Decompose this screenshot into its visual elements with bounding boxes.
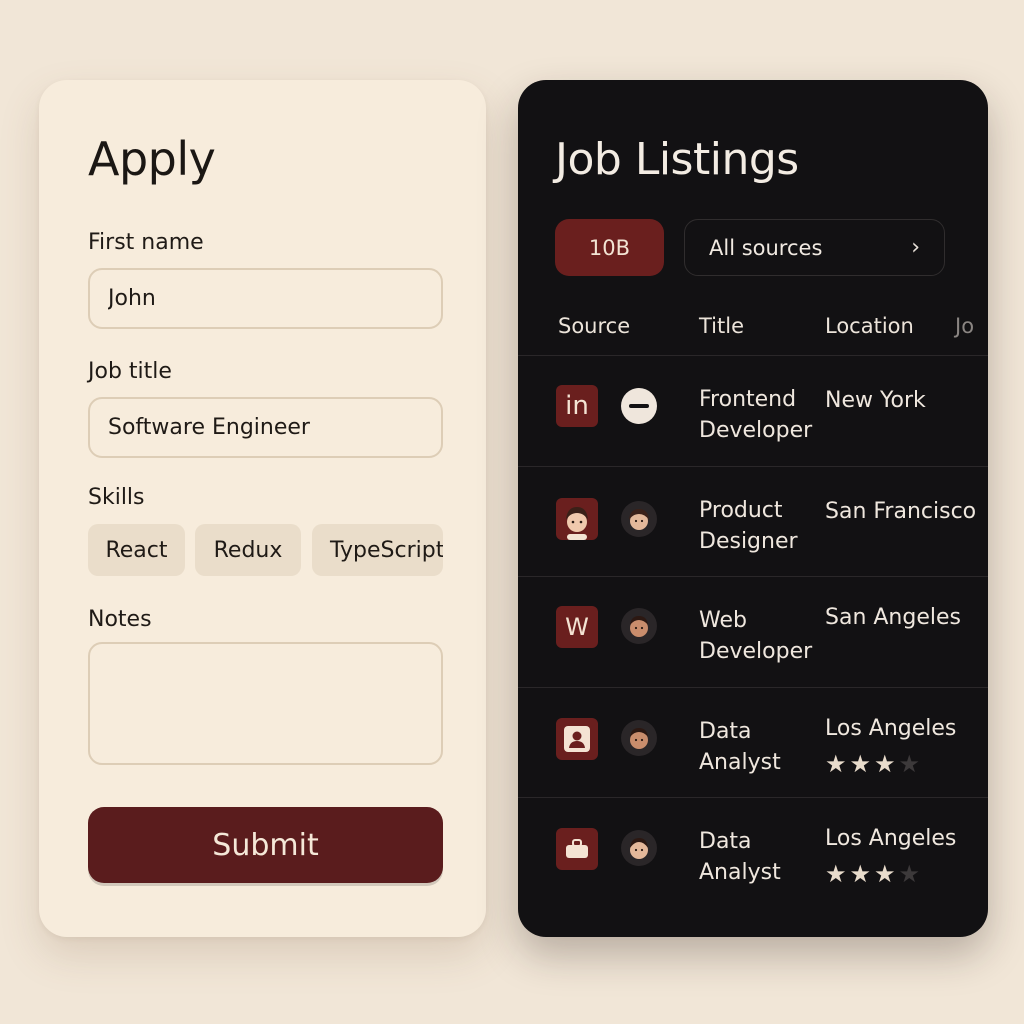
linkedin-icon: in — [556, 385, 598, 427]
first-name-label: First name — [88, 230, 204, 255]
table-row[interactable]: Product Designer San Francisco — [518, 466, 988, 576]
job-location-cell: San Angeles — [825, 605, 961, 630]
job-title-line: Designer — [699, 529, 798, 554]
job-count-badge[interactable]: 10B — [555, 219, 664, 276]
job-location-cell: Los Angeles — [825, 826, 957, 851]
table-row[interactable]: in Frontend Developer New York — [518, 355, 988, 465]
w-logo-icon: W — [556, 606, 598, 648]
star-icon: ★ — [898, 750, 924, 778]
star-icon: ★ — [898, 860, 924, 888]
table-row[interactable]: Data Analyst Los Angeles ★★★★ — [518, 797, 988, 907]
briefcase-icon — [556, 828, 598, 870]
star-icon: ★ — [874, 750, 899, 778]
job-title-line: Frontend — [699, 387, 797, 412]
job-location-cell: New York — [825, 388, 926, 413]
apply-title: Apply — [88, 132, 216, 186]
star-icon: ★ — [825, 750, 850, 778]
job-title-cell: Data Analyst — [699, 716, 819, 778]
first-name-field[interactable] — [88, 268, 443, 329]
job-location-cell: Los Angeles — [825, 716, 957, 741]
person-avatar-icon — [621, 720, 657, 756]
job-title-line: Developer — [699, 639, 813, 664]
job-title-cell: Product Designer — [699, 495, 819, 557]
submit-button[interactable]: Submit — [88, 807, 443, 883]
job-location-cell: San Francisco — [825, 499, 977, 524]
skill-chip-typescript[interactable]: TypeScript — [312, 524, 443, 576]
rating-stars: ★★★★ — [825, 860, 923, 888]
column-header-title[interactable]: Title — [699, 314, 744, 338]
job-title-line: Data — [699, 829, 752, 854]
chevron-right-icon: › — [911, 235, 920, 260]
skill-chip-redux[interactable]: Redux — [195, 524, 301, 576]
job-title-line: Product — [699, 498, 783, 523]
job-title-line: Web — [699, 608, 747, 633]
rating-stars: ★★★★ — [825, 750, 923, 778]
job-title-cell: Data Analyst — [699, 826, 819, 888]
job-title-line: Analyst — [699, 750, 781, 775]
column-header-location[interactable]: Location — [825, 314, 914, 338]
notes-field[interactable] — [88, 642, 443, 765]
source-filter-dropdown[interactable]: All sources › — [684, 219, 945, 276]
skills-label: Skills — [88, 485, 145, 510]
skill-chip-react[interactable]: React — [88, 524, 185, 576]
person-avatar-icon — [621, 830, 657, 866]
star-icon: ★ — [825, 860, 850, 888]
column-header-job-type[interactable]: Jo — [955, 314, 974, 338]
job-title-label: Job title — [88, 359, 172, 384]
person-avatar-icon — [556, 498, 598, 540]
person-avatar-icon — [621, 608, 657, 644]
job-listings-title: Job Listings — [555, 134, 799, 185]
person-avatar-icon — [621, 501, 657, 537]
table-row[interactable]: W Web Developer San Angeles — [518, 576, 988, 686]
job-title-cell: Web Developer — [699, 605, 819, 667]
star-icon: ★ — [849, 750, 875, 778]
source-filter-value: All sources — [709, 235, 823, 260]
minus-circle-icon — [621, 388, 657, 424]
star-icon: ★ — [849, 860, 875, 888]
column-header-source[interactable]: Source — [558, 314, 630, 338]
job-title-field[interactable] — [88, 397, 443, 458]
job-title-line: Data — [699, 719, 752, 744]
star-icon: ★ — [874, 860, 899, 888]
job-title-cell: Frontend Developer — [699, 384, 819, 446]
user-badge-icon — [556, 718, 598, 760]
apply-form-card: Apply First name Job title Skills React … — [39, 80, 486, 937]
job-title-line: Analyst — [699, 860, 781, 885]
table-row[interactable]: Data Analyst Los Angeles ★★★★ — [518, 687, 988, 797]
job-listings-card: Job Listings 10B All sources › Source Ti… — [518, 80, 988, 937]
notes-label: Notes — [88, 607, 152, 632]
job-title-line: Developer — [699, 418, 813, 443]
